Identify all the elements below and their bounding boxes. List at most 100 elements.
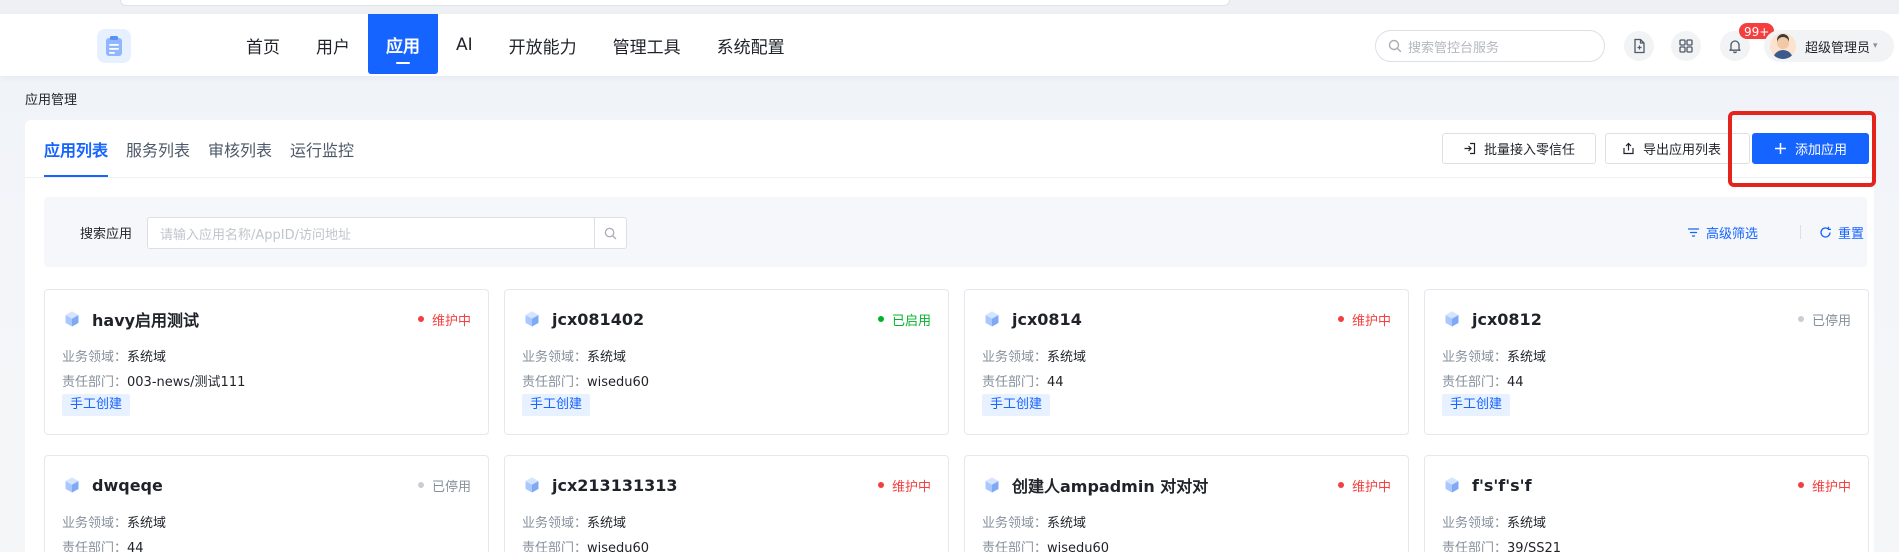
export-icon [1623, 142, 1634, 155]
dept-value: wisedu60 [1047, 541, 1110, 552]
domain-value: 系统域 [587, 516, 627, 531]
app-name[interactable]: f's'f's'f [1472, 476, 1798, 495]
app-card[interactable]: 创建人ampadmin 对对对 维护中 业务领域：系统域 责任部门：wisedu… [964, 455, 1409, 552]
app-name[interactable]: jcx213131313 [552, 476, 878, 495]
batch-zero-trust-button[interactable]: 批量接入零信任 [1442, 133, 1596, 164]
import-icon [1464, 142, 1476, 155]
highlight-box [1728, 111, 1876, 187]
app-search-input[interactable]: 请输入应用名称/AppID/访问地址 [147, 217, 627, 249]
app-card[interactable]: jcx0812 已停用 业务领域：系统域 责任部门：44 手工创建 [1424, 289, 1869, 435]
domain-key: 业务领域： [1442, 350, 1508, 365]
tab-service-list[interactable]: 服务列表 [126, 120, 190, 177]
main-nav: 首页 用户 应用 AI 开放能力 管理工具 系统配置 [228, 14, 803, 76]
app-card[interactable]: f's'f's'f 维护中 业务领域：系统域 责任部门：39/SS21 [1424, 455, 1869, 552]
status-badge: 维护中 [1337, 476, 1391, 495]
cube-icon [1442, 309, 1462, 329]
app-card[interactable]: havy启用测试 维护中 业务领域：系统域 责任部门：003-news/测试11… [44, 289, 489, 435]
filter-divider [1800, 225, 1801, 239]
apps-grid-icon[interactable] [1671, 31, 1701, 61]
nav-item-open-capability[interactable]: 开放能力 [491, 14, 595, 76]
status-text: 已停用 [1811, 313, 1851, 329]
status-text: 维护中 [1351, 313, 1391, 329]
nav-item-apps[interactable]: 应用 [368, 14, 438, 74]
app-name[interactable]: havy启用测试 [92, 307, 418, 331]
dept-key: 责任部门： [982, 375, 1048, 390]
domain-key: 业务领域： [522, 516, 588, 531]
domain-value: 系统域 [127, 516, 167, 531]
status-badge: 维护中 [1337, 310, 1391, 329]
cube-icon [522, 309, 542, 329]
app-card[interactable]: jcx0814 维护中 业务领域：系统域 责任部门：44 手工创建 [964, 289, 1409, 435]
cube-icon [1442, 475, 1462, 495]
app-name[interactable]: jcx0814 [1012, 310, 1338, 329]
source-tag: 手工创建 [62, 394, 131, 416]
refresh-icon [1820, 226, 1831, 238]
nav-item-admin-tools[interactable]: 管理工具 [595, 14, 699, 76]
app-card[interactable]: jcx081402 已启用 业务领域：系统域 责任部门：wisedu60 手工创… [504, 289, 949, 435]
dept-key: 责任部门： [62, 541, 128, 552]
advanced-filter-link[interactable]: 高级筛选 [1687, 223, 1758, 242]
console-search-input[interactable]: 搜索管控台服务 [1375, 30, 1605, 62]
source-tag: 手工创建 [982, 394, 1051, 416]
top-header: 首页 用户 应用 AI 开放能力 管理工具 系统配置 搜索管控台服务 99+ 超… [0, 14, 1899, 76]
dept-key: 责任部门： [62, 375, 128, 390]
app-name[interactable]: dwqeqe [92, 476, 418, 495]
tab-runtime-monitor[interactable]: 运行监控 [290, 120, 354, 177]
domain-key: 业务领域： [982, 350, 1048, 365]
document-icon[interactable] [1624, 31, 1654, 61]
dept-value: wisedu60 [587, 375, 650, 390]
dept-value: 003-news/测试111 [127, 375, 246, 390]
status-text: 已停用 [431, 479, 471, 495]
domain-value: 系统域 [1507, 516, 1547, 531]
dept-value: 44 [127, 541, 144, 552]
advanced-filter-label: 高级筛选 [1706, 227, 1759, 242]
user-name: 超级管理员 [1805, 40, 1871, 56]
reset-label: 重置 [1838, 227, 1865, 242]
app-name[interactable]: 创建人ampadmin 对对对 [1012, 473, 1338, 497]
nav-item-home[interactable]: 首页 [228, 14, 298, 76]
user-menu[interactable]: 超级管理员 ▾ [1764, 30, 1894, 62]
nav-item-system-config[interactable]: 系统配置 [699, 14, 803, 76]
status-text: 维护中 [431, 313, 471, 329]
browser-address-bar[interactable] [120, 0, 1230, 6]
dept-key: 责任部门： [1442, 541, 1508, 552]
app-name[interactable]: jcx081402 [552, 310, 878, 329]
reset-link[interactable]: 重置 [1819, 223, 1864, 242]
tab-app-list[interactable]: 应用列表 [44, 120, 109, 177]
cube-icon [522, 475, 542, 495]
filter-bar: 搜索应用 请输入应用名称/AppID/访问地址 高级筛选 重置 [44, 197, 1867, 267]
domain-key: 业务领域： [1442, 516, 1508, 531]
nav-item-ai[interactable]: AI [438, 14, 491, 76]
status-text: 维护中 [1811, 479, 1851, 495]
status-text: 维护中 [891, 479, 931, 495]
dept-key: 责任部门： [522, 541, 588, 552]
dept-key: 责任部门： [982, 541, 1048, 552]
domain-key: 业务领域： [62, 350, 128, 365]
app-name[interactable]: jcx0812 [1472, 310, 1798, 329]
tab-bar: 应用列表 服务列表 审核列表 运行监控 [44, 120, 372, 177]
dept-value: 44 [1047, 375, 1064, 390]
domain-key: 业务领域： [522, 350, 588, 365]
source-tag: 手工创建 [1442, 394, 1511, 416]
search-button[interactable] [594, 218, 626, 248]
search-icon [1388, 39, 1402, 53]
app-search-placeholder: 请输入应用名称/AppID/访问地址 [160, 227, 352, 243]
domain-key: 业务领域： [982, 516, 1048, 531]
app-card[interactable]: dwqeqe 已停用 业务领域：系统域 责任部门：44 [44, 455, 489, 552]
domain-key: 业务领域： [62, 516, 128, 531]
avatar [1770, 33, 1796, 59]
tab-review-list[interactable]: 审核列表 [208, 120, 272, 177]
search-app-label: 搜索应用 [80, 227, 133, 242]
cube-icon [982, 475, 1002, 495]
status-badge: 维护中 [877, 476, 931, 495]
dept-key: 责任部门： [1442, 375, 1508, 390]
source-tag: 手工创建 [522, 394, 591, 416]
filter-icon [1687, 228, 1700, 237]
app-card[interactable]: jcx213131313 维护中 业务领域：系统域 责任部门：wisedu60 [504, 455, 949, 552]
tabs-divider [25, 177, 1874, 178]
nav-item-users[interactable]: 用户 [298, 14, 368, 76]
cube-icon [62, 309, 82, 329]
search-icon [604, 227, 617, 239]
status-badge: 维护中 [1797, 476, 1851, 495]
app-logo-icon[interactable] [97, 29, 131, 63]
